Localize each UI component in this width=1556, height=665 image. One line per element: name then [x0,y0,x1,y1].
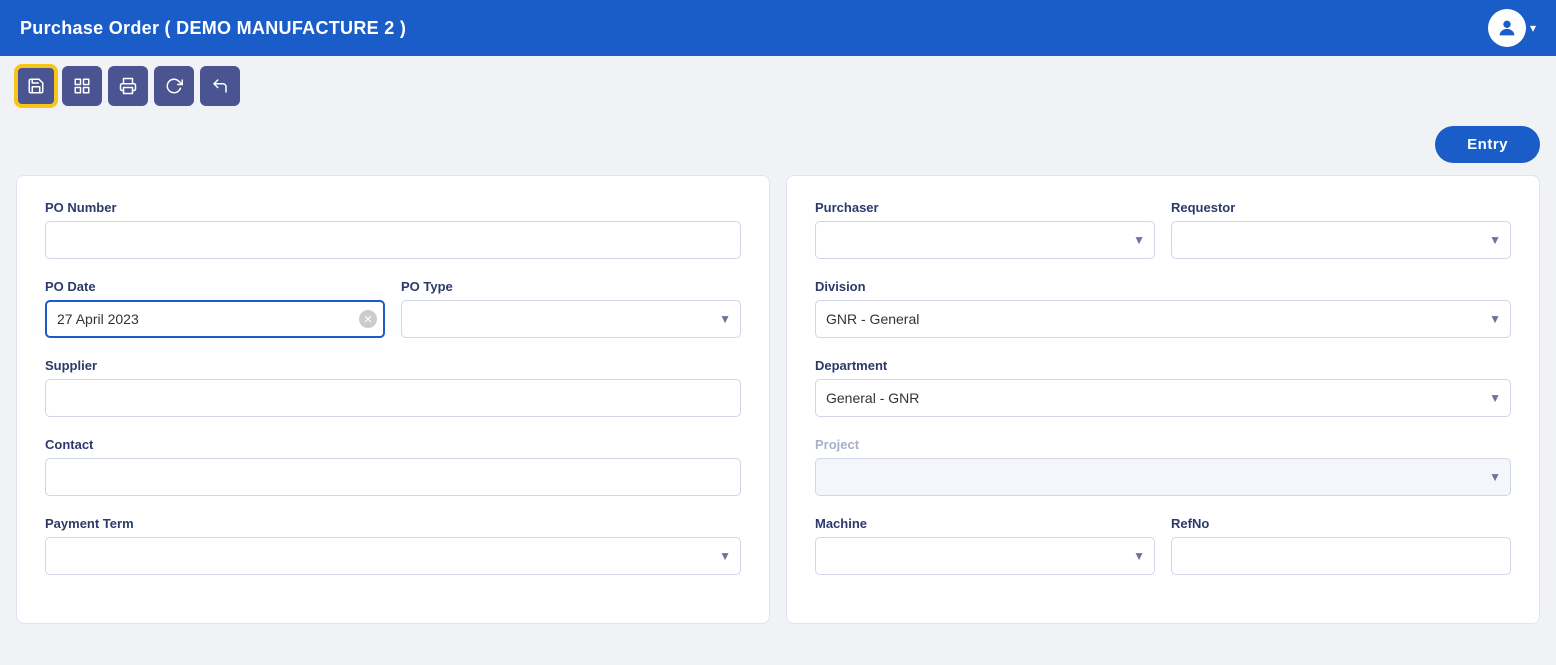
po-type-field-group: PO Type ▼ [401,279,741,338]
po-number-label: PO Number [45,200,741,215]
division-field-group: Division GNR - General ▼ [815,279,1511,338]
print-button[interactable] [108,66,148,106]
form-grid: PO Number PO Date ✕ PO Type [16,175,1540,624]
machine-select-wrapper: ▼ [815,537,1155,575]
entry-button-row: Entry [16,126,1540,163]
page-title: Purchase Order ( DEMO MANUFACTURE 2 ) [20,18,406,39]
date-clear-button[interactable]: ✕ [359,310,377,328]
division-select[interactable]: GNR - General [815,300,1511,338]
supplier-input[interactable] [45,379,741,417]
division-label: Division [815,279,1511,294]
refresh-button[interactable] [154,66,194,106]
avatar-caret-icon: ▾ [1530,21,1536,35]
back-button[interactable] [200,66,240,106]
po-type-label: PO Type [401,279,741,294]
po-date-input[interactable] [45,300,385,338]
po-date-field-group: PO Date ✕ [45,279,385,338]
department-field-group: Department General - GNR ▼ [815,358,1511,417]
po-date-label: PO Date [45,279,385,294]
po-date-type-row: PO Date ✕ PO Type ▼ [45,279,741,338]
requestor-field-group: Requestor ▼ [1171,200,1511,259]
payment-term-field-group: Payment Term ▼ [45,516,741,575]
view-button[interactable] [62,66,102,106]
purchaser-field-group: Purchaser ▼ [815,200,1155,259]
toolbar [0,56,1556,116]
refno-input[interactable] [1171,537,1511,575]
refno-label: RefNo [1171,516,1511,531]
left-form-card: PO Number PO Date ✕ PO Type [16,175,770,624]
payment-term-select-wrapper: ▼ [45,537,741,575]
machine-field-group: Machine ▼ [815,516,1155,575]
contact-label: Contact [45,437,741,452]
department-select[interactable]: General - GNR [815,379,1511,417]
department-select-wrapper: General - GNR ▼ [815,379,1511,417]
user-menu[interactable]: ▾ [1488,9,1536,47]
main-content: Entry PO Number PO Date ✕ PO Ty [0,116,1556,640]
purchaser-select-wrapper: ▼ [815,221,1155,259]
po-number-field-group: PO Number [45,200,741,259]
supplier-field-group: Supplier [45,358,741,417]
contact-input[interactable] [45,458,741,496]
project-label: Project [815,437,1511,452]
payment-term-select[interactable] [45,537,741,575]
supplier-label: Supplier [45,358,741,373]
requestor-label: Requestor [1171,200,1511,215]
division-select-wrapper: GNR - General ▼ [815,300,1511,338]
purchaser-select[interactable] [815,221,1155,259]
po-number-input[interactable] [45,221,741,259]
po-type-select-wrapper: ▼ [401,300,741,338]
purchaser-label: Purchaser [815,200,1155,215]
project-select[interactable] [815,458,1511,496]
machine-select[interactable] [815,537,1155,575]
payment-term-label: Payment Term [45,516,741,531]
app-header: Purchase Order ( DEMO MANUFACTURE 2 ) ▾ [0,0,1556,56]
project-field-group: Project ▼ [815,437,1511,496]
machine-refno-row: Machine ▼ RefNo [815,516,1511,575]
requestor-select-wrapper: ▼ [1171,221,1511,259]
department-label: Department [815,358,1511,373]
purchaser-requestor-row: Purchaser ▼ Requestor ▼ [815,200,1511,259]
po-date-wrapper: ✕ [45,300,385,338]
save-button[interactable] [16,66,56,106]
refno-field-group: RefNo [1171,516,1511,575]
contact-field-group: Contact [45,437,741,496]
po-type-select[interactable] [401,300,741,338]
machine-label: Machine [815,516,1155,531]
avatar[interactable] [1488,9,1526,47]
requestor-select[interactable] [1171,221,1511,259]
right-form-card: Purchaser ▼ Requestor ▼ [786,175,1540,624]
project-select-wrapper: ▼ [815,458,1511,496]
entry-button[interactable]: Entry [1435,126,1540,163]
